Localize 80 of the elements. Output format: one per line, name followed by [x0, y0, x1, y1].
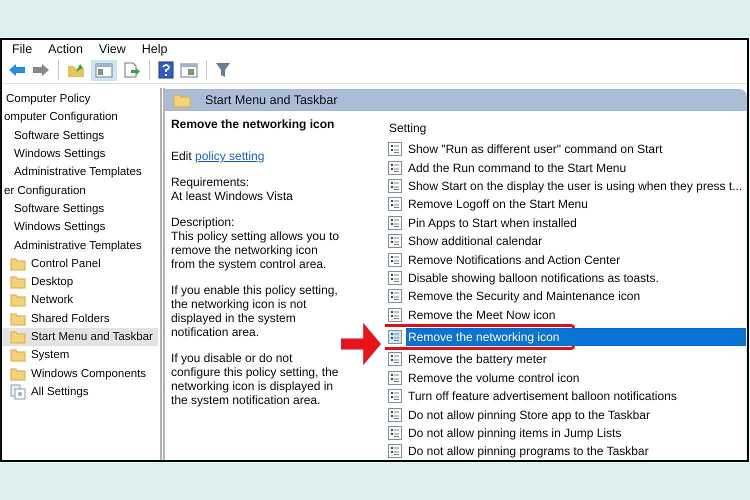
tree-item[interactable]: System — [2, 346, 158, 364]
forward-icon[interactable] — [32, 63, 50, 77]
folder-icon — [10, 366, 26, 381]
folder-icon — [10, 330, 26, 344]
folder-icon — [10, 275, 26, 290]
setting-row[interactable]: Remove the battery meter — [385, 350, 746, 369]
policy-icon — [388, 389, 402, 404]
tree-item[interactable]: Computer Policy — [2, 90, 158, 108]
tree-item[interactable]: Administrative Templates — [2, 163, 158, 182]
setting-row[interactable]: Remove the Security and Maintenance icon — [385, 287, 746, 306]
tree-item[interactable]: Desktop — [2, 272, 158, 292]
policy-icon — [388, 216, 402, 230]
policy-icon — [388, 408, 402, 422]
policy-icon — [388, 234, 402, 248]
policy-icon — [388, 142, 402, 156]
setting-row[interactable]: Disable showing balloon notifications as toasts. — [385, 268, 746, 288]
setting-row[interactable]: Add the Run command to the Start Menu — [385, 158, 746, 177]
requirements-text: At least Windows Vista — [171, 189, 294, 203]
policy-icon — [388, 197, 402, 212]
policy-icon — [388, 370, 402, 385]
menu-item[interactable]: Action — [48, 42, 83, 56]
policy-setting-link[interactable]: policy setting — [195, 149, 264, 163]
tree-item[interactable]: Control Panel — [2, 254, 158, 273]
setting-row[interactable]: Remove the volume control icon — [385, 368, 746, 388]
tree-item[interactable]: Shared Folders — [2, 310, 158, 328]
description-text: If you enable this policy setting, the networking icon is not displayed in the system notification area. — [171, 283, 339, 339]
setting-row[interactable]: Do not allow pinning programs to the Taskbar — [385, 442, 746, 460]
policy-icon — [388, 252, 402, 267]
panel-title: Start Menu and Taskbar — [205, 93, 338, 107]
policy-icon — [388, 330, 402, 344]
setting-row[interactable]: Show "Run as different user" command on Start — [385, 140, 746, 158]
tree-item[interactable]: Administrative Templates — [2, 236, 158, 255]
filter-icon[interactable] — [215, 62, 231, 78]
policy-icon — [388, 352, 402, 366]
setting-row[interactable]: Pin Apps to Start when installed — [385, 214, 746, 232]
setting-row[interactable]: Remove the Meet Now icon — [385, 306, 746, 324]
requirements-label: Requirements: — [171, 175, 250, 189]
setting-row[interactable]: Show additional calendar — [385, 232, 746, 250]
setting-row[interactable]: Do not allow pinning items in Jump Lists — [385, 424, 746, 442]
menu-item[interactable]: Help — [142, 42, 168, 56]
setting-row[interactable]: Turn off feature advertisement balloon notifications — [385, 387, 746, 406]
settings-list-icon — [10, 384, 26, 400]
properties-view-icon[interactable] — [180, 62, 198, 78]
export-list-icon[interactable] — [123, 62, 141, 78]
policy-icon — [388, 160, 402, 175]
folder-icon — [10, 256, 26, 271]
folder-up-icon[interactable] — [67, 62, 85, 78]
description-text: If you disable or do not configure this policy setting, the networking icon is displayed in the system notification area. — [171, 351, 340, 407]
tree-toggle-button[interactable] — [91, 60, 117, 80]
description-label: Description: — [171, 215, 236, 229]
tree-item[interactable]: Network — [2, 291, 158, 310]
policy-icon — [388, 426, 402, 440]
tree-item[interactable]: All Settings — [2, 382, 158, 402]
setting-row[interactable]: Remove Logoff on the Start Menu — [385, 195, 746, 214]
tree-item[interactable]: Software Settings — [2, 126, 158, 145]
policy-icon — [388, 289, 402, 304]
policy-icon — [388, 444, 402, 458]
edit-text: Edit policy setting — [171, 149, 266, 163]
tree-item[interactable]: Software Settings — [2, 200, 158, 218]
tree-item[interactable]: Windows Settings — [2, 218, 158, 236]
setting-title: Remove the networking icon — [171, 117, 336, 131]
setting-row[interactable]: Remove Notifications and Action Center — [385, 250, 746, 269]
policy-icon — [388, 178, 402, 193]
policy-icon — [388, 270, 402, 285]
tree-item[interactable]: Windows Settings — [2, 144, 158, 164]
setting-row[interactable]: Show Start on the display the user is using when they press t... — [385, 176, 746, 196]
tree-item[interactable]: Windows Components — [2, 364, 158, 383]
help-icon[interactable] — [158, 61, 174, 79]
back-icon[interactable] — [8, 63, 26, 77]
folder-icon — [173, 92, 191, 108]
tree-item[interactable]: omputer Configuration — [2, 108, 158, 127]
column-header[interactable]: Setting — [385, 119, 746, 137]
policy-icon — [388, 308, 402, 322]
tree-item[interactable]: Start Menu and Taskbar — [2, 328, 158, 346]
description-text: This policy setting allows you to remove the networking icon from the system control area. — [171, 229, 340, 271]
menu-item[interactable]: File — [12, 42, 32, 56]
tree-item[interactable]: er Configuration — [2, 181, 158, 200]
folder-icon — [10, 293, 26, 308]
menu-item[interactable]: View — [98, 42, 126, 56]
setting-row[interactable]: Do not allow pinning Store app to the Taskbar — [385, 405, 746, 424]
